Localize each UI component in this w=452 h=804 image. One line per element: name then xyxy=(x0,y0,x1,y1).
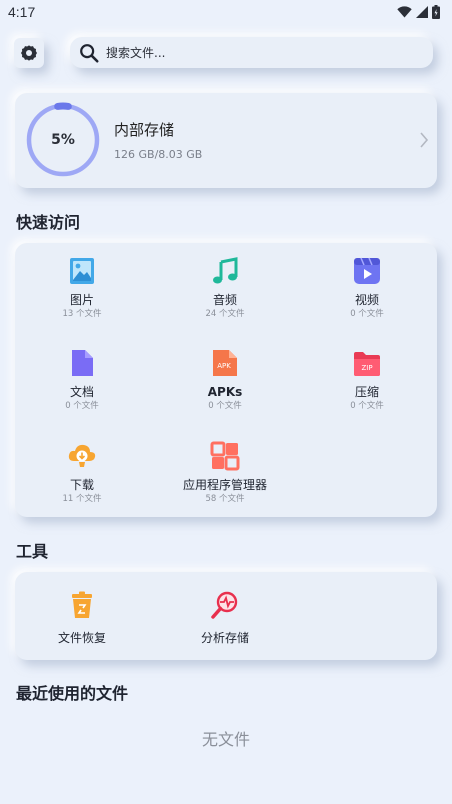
cell-signal-icon xyxy=(416,6,428,18)
tool-label: 文件恢复 xyxy=(57,631,106,645)
recent-files-empty: 无文件 xyxy=(201,730,250,749)
tools-heading: 工具 xyxy=(16,542,49,561)
status-icons xyxy=(397,5,440,19)
quick-access-count: 24 个文件 xyxy=(205,309,245,319)
quick-access-label: 图片 xyxy=(69,293,94,307)
chevron-right-icon xyxy=(420,132,429,148)
video-icon xyxy=(354,257,380,284)
tool-file-recovery[interactable]: 文件恢复 xyxy=(12,590,152,646)
search-icon xyxy=(80,43,99,63)
app-grid-icon xyxy=(210,441,240,471)
apk-file-icon: APK xyxy=(213,350,237,376)
settings-button[interactable] xyxy=(14,38,44,68)
storage-size: 126 GB/8.03 GB xyxy=(114,148,203,161)
storage-title: 内部存储 xyxy=(114,121,175,139)
quick-access-downloads[interactable]: 下载 11 个文件 xyxy=(12,441,152,504)
music-note-icon xyxy=(213,257,238,284)
quick-access-label: 下载 xyxy=(69,478,94,492)
quick-access-count: 0 个文件 xyxy=(208,401,242,411)
tool-analyze-storage[interactable]: 分析存储 xyxy=(155,590,295,646)
image-icon xyxy=(70,258,94,284)
quick-access-label: APKs xyxy=(207,385,243,399)
quick-access-count: 0 个文件 xyxy=(350,309,384,319)
quick-access-images[interactable]: 图片 13 个文件 xyxy=(12,256,152,319)
quick-access-zip[interactable]: ZIP 压缩 0 个文件 xyxy=(297,348,437,411)
quick-access-card: 图片 13 个文件 音频 24 个文件 视频 0 个文件 文档 0 个文件 AP… xyxy=(15,243,437,517)
quick-access-app-manager[interactable]: 应用程序管理器 58 个文件 xyxy=(155,441,295,504)
quick-access-count: 0 个文件 xyxy=(65,401,99,411)
quick-access-audio[interactable]: 音频 24 个文件 xyxy=(155,256,295,319)
quick-access-apks[interactable]: APK APKs 0 个文件 xyxy=(155,348,295,411)
quick-access-count: 58 个文件 xyxy=(205,494,245,504)
tools-card: 文件恢复 分析存储 xyxy=(15,572,437,660)
quick-access-video[interactable]: 视频 0 个文件 xyxy=(297,256,437,319)
zip-icon-text: ZIP xyxy=(361,364,372,372)
search-input[interactable]: 搜索文件... xyxy=(106,44,165,61)
quick-access-label: 音频 xyxy=(212,293,237,307)
battery-icon xyxy=(432,5,440,19)
cloud-download-icon xyxy=(68,444,96,467)
status-time: 4:17 xyxy=(8,4,36,20)
quick-access-count: 13 个文件 xyxy=(62,309,102,319)
recent-files-heading: 最近使用的文件 xyxy=(16,684,129,703)
quick-access-label: 文档 xyxy=(69,385,94,399)
quick-access-label: 应用程序管理器 xyxy=(182,478,267,492)
quick-access-count: 0 个文件 xyxy=(350,401,384,411)
search-bar[interactable]: 搜索文件... xyxy=(70,37,433,68)
storage-percent: 5% xyxy=(51,132,75,148)
zip-folder-icon: ZIP xyxy=(354,352,380,376)
internal-storage-card[interactable]: 5% 内部存储 126 GB/8.03 GB xyxy=(15,93,437,188)
wifi-icon xyxy=(397,6,412,18)
gear-icon xyxy=(21,45,37,61)
quick-access-label: 压缩 xyxy=(354,385,379,399)
tool-label: 分析存储 xyxy=(200,631,249,645)
apk-icon-text: APK xyxy=(217,362,231,370)
quick-access-label: 视频 xyxy=(354,293,379,307)
quick-access-count: 11 个文件 xyxy=(62,494,102,504)
recycle-bin-icon xyxy=(72,591,92,618)
quick-access-heading: 快速访问 xyxy=(16,213,81,232)
document-icon xyxy=(72,350,93,376)
status-bar: 4:17 xyxy=(0,0,452,26)
quick-access-documents[interactable]: 文档 0 个文件 xyxy=(12,348,152,411)
storage-analysis-icon xyxy=(211,591,238,619)
